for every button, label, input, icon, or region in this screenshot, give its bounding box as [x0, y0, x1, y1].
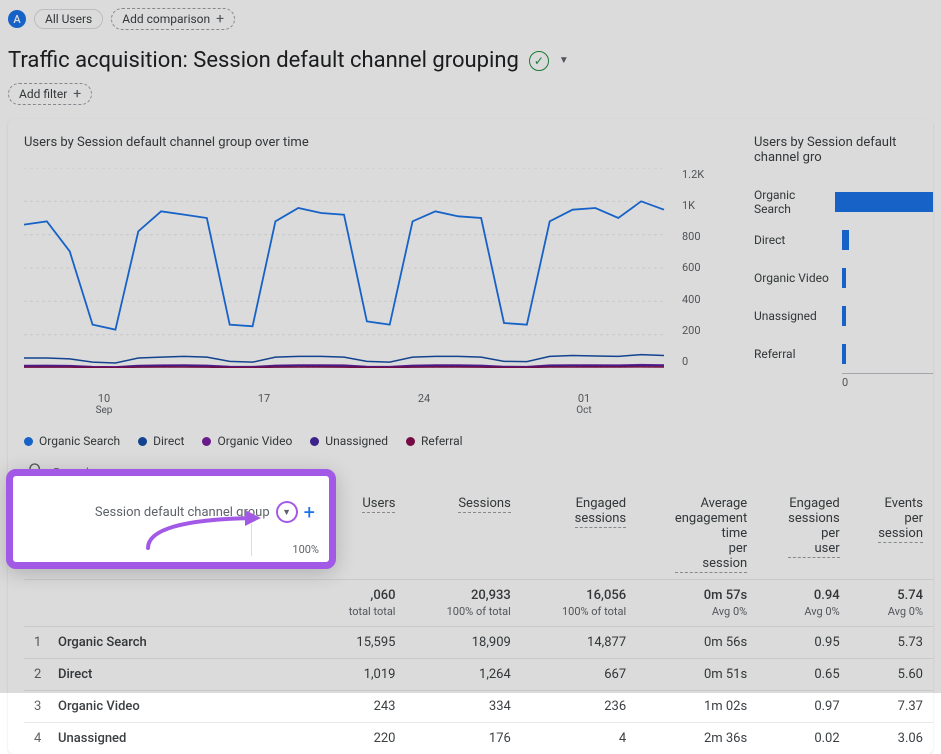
col-header[interactable]: Engagedsessions: [521, 490, 636, 580]
line-chart-x-axis: 10Sep172401Oct: [24, 392, 664, 416]
highlight-pct: 100%: [251, 524, 319, 556]
legend-item[interactable]: Referral: [406, 434, 463, 448]
highlight-callout: Session default channel group ▼ + 100%: [6, 469, 336, 569]
legend-item[interactable]: Unassigned: [310, 434, 388, 448]
segment-all-users[interactable]: All Users: [34, 9, 103, 29]
col-header[interactable]: Eventspersession: [850, 490, 933, 580]
plus-icon: +: [216, 11, 224, 27]
bar-row[interactable]: Unassigned: [754, 297, 933, 335]
add-comparison-button[interactable]: Add comparison +: [111, 8, 235, 30]
bar-chart-panel: Users by Session default channel gro Org…: [754, 135, 933, 448]
line-chart-panel: Users by Session default channel group o…: [24, 135, 724, 448]
table-row[interactable]: 3Organic Video2433342361m 02s0.977.37: [24, 691, 933, 723]
title-dropdown-caret-icon[interactable]: ▼: [559, 55, 569, 66]
col-header[interactable]: Sessions: [405, 490, 520, 580]
line-chart[interactable]: 1.2K1K8006004002000: [24, 168, 714, 388]
col-header[interactable]: Engagedsessionsperuser: [757, 490, 849, 580]
totals-row: ,060 total total20,933100% of total16,05…: [24, 580, 933, 627]
page-title: Traffic acquisition: Session default cha…: [8, 48, 941, 73]
add-filter-button[interactable]: Add filter +: [8, 83, 92, 105]
add-dimension-button[interactable]: +: [304, 500, 315, 524]
bar-chart[interactable]: Organic SearchDirectOrganic VideoUnassig…: [754, 183, 933, 373]
check-circle-icon[interactable]: ✓: [529, 51, 549, 71]
legend-item[interactable]: Organic Video: [202, 434, 292, 448]
table-row[interactable]: 1Organic Search15,59518,90914,8770m 56s0…: [24, 627, 933, 659]
bar-row[interactable]: Direct: [754, 221, 933, 259]
segment-badge: A: [8, 10, 26, 28]
bar-row[interactable]: Organic Video: [754, 259, 933, 297]
bar-row[interactable]: Referral: [754, 335, 933, 373]
bar-chart-title: Users by Session default channel gro: [754, 135, 933, 165]
table-row[interactable]: 2Direct1,0191,2646670m 51s0.655.60: [24, 659, 933, 691]
legend-item[interactable]: Direct: [138, 434, 184, 448]
report-card: Users by Session default channel group o…: [8, 119, 933, 754]
bar-chart-x-axis: 05: [842, 373, 933, 389]
col-header[interactable]: Averageengagementtimepersession: [636, 490, 757, 580]
table-row[interactable]: 4Unassigned22017642m 36s0.023.06: [24, 723, 933, 754]
line-chart-title: Users by Session default channel group o…: [24, 135, 724, 150]
bar-row[interactable]: Organic Search: [754, 183, 933, 221]
page-title-text: Traffic acquisition: Session default cha…: [8, 48, 519, 73]
legend-item[interactable]: Organic Search: [24, 434, 120, 448]
add-filter-label: Add filter: [19, 87, 67, 101]
plus-icon: +: [73, 86, 81, 102]
comparison-bar: A All Users Add comparison +: [8, 8, 941, 30]
line-chart-legend: Organic Search Direct Organic Video Unassig…: [24, 434, 724, 448]
add-comparison-label: Add comparison: [122, 12, 210, 26]
